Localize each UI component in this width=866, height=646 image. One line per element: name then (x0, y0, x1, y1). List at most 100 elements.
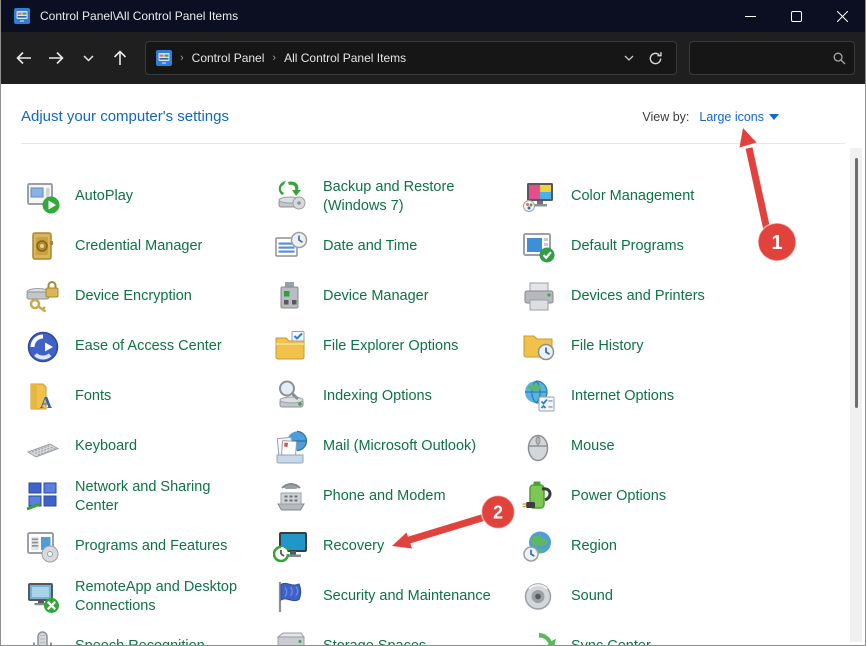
device-encryption-icon (25, 279, 61, 315)
ease-of-access-icon (25, 329, 61, 365)
close-icon (837, 11, 848, 22)
control-panel-item-indexing-options[interactable]: Indexing Options (273, 372, 521, 422)
recent-locations-button[interactable] (73, 43, 103, 73)
item-label: Color Management (571, 187, 694, 206)
date-time-icon (273, 229, 309, 265)
control-panel-item-backup-restore[interactable]: Backup and Restore (Windows 7) (273, 172, 521, 222)
control-panel-item-mouse[interactable]: Mouse (521, 422, 769, 472)
remoteapp-icon (25, 579, 61, 615)
page-title: Adjust your computer's settings (21, 108, 229, 125)
item-label: Region (571, 537, 617, 556)
close-button[interactable] (819, 0, 865, 32)
programs-features-icon (25, 529, 61, 565)
control-panel-item-default-programs[interactable]: Default Programs (521, 222, 769, 272)
item-label: Programs and Features (75, 537, 227, 556)
control-panel-item-phone-modem[interactable]: Phone and Modem (273, 472, 521, 522)
control-panel-item-ease-of-access[interactable]: Ease of Access Center (25, 322, 273, 372)
control-panel-item-color-management[interactable]: Color Management (521, 172, 769, 222)
control-panel-item-date-time[interactable]: Date and Time (273, 222, 521, 272)
control-panel-item-devices-printers[interactable]: Devices and Printers (521, 272, 769, 322)
indexing-options-icon (273, 379, 309, 415)
color-management-icon (521, 179, 557, 215)
control-panel-item-device-encryption[interactable]: Device Encryption (25, 272, 273, 322)
item-label: Credential Manager (75, 237, 202, 256)
sync-center-icon (521, 629, 557, 646)
back-button[interactable] (9, 43, 39, 73)
chevron-down-icon (83, 55, 94, 62)
item-label: Devices and Printers (571, 287, 705, 306)
maximize-icon (791, 11, 802, 22)
control-panel-item-device-manager[interactable]: Device Manager (273, 272, 521, 322)
control-panel-item-storage-spaces[interactable]: Storage Spaces (273, 622, 521, 646)
item-label: Recovery (323, 537, 384, 556)
item-label: Keyboard (75, 437, 137, 456)
item-label: File History (571, 337, 644, 356)
item-label: Security and Maintenance (323, 587, 491, 606)
default-programs-icon (521, 229, 557, 265)
search-input[interactable] (698, 51, 833, 65)
refresh-icon (648, 51, 663, 66)
title-bar: Control Panel\All Control Panel Items (1, 0, 865, 32)
control-panel-item-file-history[interactable]: File History (521, 322, 769, 372)
maximize-button[interactable] (773, 0, 819, 32)
view-by-label: View by: (642, 110, 689, 124)
control-panel-item-security-maintenance[interactable]: Security and Maintenance (273, 572, 521, 622)
address-dropdown-button[interactable] (616, 45, 642, 71)
item-label: Device Manager (323, 287, 429, 306)
item-label: File Explorer Options (323, 337, 458, 356)
svg-text:1: 1 (771, 232, 782, 254)
control-panel-item-programs-features[interactable]: Programs and Features (25, 522, 273, 572)
navigation-bar: › Control Panel › All Control Panel Item… (1, 32, 865, 84)
credential-manager-icon (25, 229, 61, 265)
control-panel-item-internet-options[interactable]: Internet Options (521, 372, 769, 422)
item-label: Internet Options (571, 387, 674, 406)
control-panel-item-sound[interactable]: Sound (521, 572, 769, 622)
breadcrumb-control-panel[interactable]: Control Panel (192, 51, 265, 65)
item-label: Power Options (571, 487, 666, 506)
control-panel-items-grid: AutoPlayBackup and Restore (Windows 7) Co… (25, 172, 769, 646)
item-label: Mouse (571, 437, 615, 456)
control-panel-item-remoteapp[interactable]: RemoteApp and Desktop Connections (25, 572, 273, 622)
network-sharing-icon (25, 479, 61, 515)
control-panel-item-sync-center[interactable]: Sync Center (521, 622, 769, 646)
control-panel-item-file-explorer-options[interactable]: File Explorer Options (273, 322, 521, 372)
up-button[interactable] (105, 43, 135, 73)
control-panel-app-icon (14, 8, 30, 24)
mouse-icon (521, 429, 557, 465)
backup-restore-icon (273, 179, 309, 215)
phone-modem-icon (273, 479, 309, 515)
breadcrumb-separator-icon: › (272, 52, 276, 64)
item-label: Date and Time (323, 237, 417, 256)
item-label: Speech Recognition (75, 637, 205, 646)
item-label: Storage Spaces (323, 637, 426, 646)
control-panel-item-network-sharing[interactable]: Network and Sharing Center (25, 472, 273, 522)
minimize-button[interactable] (727, 0, 773, 32)
control-panel-item-keyboard[interactable]: Keyboard (25, 422, 273, 472)
view-by-dropdown[interactable]: Large icons (699, 110, 779, 124)
refresh-button[interactable] (642, 45, 668, 71)
control-panel-item-autoplay[interactable]: AutoPlay (25, 172, 273, 222)
power-options-icon (521, 479, 557, 515)
control-panel-item-fonts[interactable]: AFonts (25, 372, 273, 422)
mail-icon (273, 429, 309, 465)
forward-arrow-icon (48, 51, 64, 65)
autoplay-icon (25, 179, 61, 215)
control-panel-item-credential-manager[interactable]: Credential Manager (25, 222, 273, 272)
file-explorer-options-icon (273, 329, 309, 365)
search-box[interactable] (689, 41, 855, 75)
header-divider (21, 143, 845, 144)
forward-button[interactable] (41, 43, 71, 73)
control-panel-breadcrumb-icon (156, 50, 172, 66)
item-label: Mail (Microsoft Outlook) (323, 437, 476, 456)
devices-printers-icon (521, 279, 557, 315)
device-manager-icon (273, 279, 309, 315)
breadcrumb-all-control-panel-items[interactable]: All Control Panel Items (284, 51, 406, 65)
control-panel-item-power-options[interactable]: Power Options (521, 472, 769, 522)
scrollbar-thumb[interactable] (855, 158, 858, 408)
control-panel-item-region[interactable]: Region (521, 522, 769, 572)
control-panel-item-recovery[interactable]: Recovery (273, 522, 521, 572)
storage-spaces-icon (273, 629, 309, 646)
control-panel-item-mail[interactable]: Mail (Microsoft Outlook) (273, 422, 521, 472)
control-panel-item-speech-recognition[interactable]: Speech Recognition (25, 622, 273, 646)
address-bar[interactable]: › Control Panel › All Control Panel Item… (145, 41, 677, 75)
